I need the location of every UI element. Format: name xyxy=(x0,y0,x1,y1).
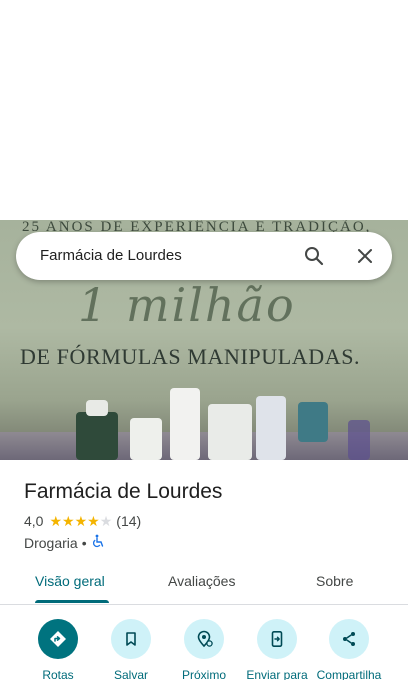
save-label: Salvar xyxy=(113,668,148,680)
photo-bottle xyxy=(86,400,108,416)
photo-shelf xyxy=(0,432,408,460)
bookmark-icon xyxy=(111,619,151,659)
search-input[interactable]: Farmácia de Lourdes xyxy=(40,247,182,264)
rating-value: 4,0 xyxy=(24,513,44,529)
share-label: Compartilha xyxy=(316,668,382,680)
map-blank-area xyxy=(0,0,408,220)
directions-label: Rotas xyxy=(42,668,74,680)
photo-wall-caps-text: DE FÓRMULAS MANIPULADAS. xyxy=(20,344,361,369)
photo-bottle xyxy=(76,412,118,460)
separator: • xyxy=(81,534,87,551)
save-button[interactable]: Salvar xyxy=(91,619,171,680)
tab-about[interactable]: Sobre xyxy=(316,573,353,589)
share-icon xyxy=(329,619,369,659)
category-row: Drogaria • xyxy=(24,534,105,551)
star-icon: ★ xyxy=(49,513,63,529)
photo-bottle xyxy=(170,388,200,460)
photo-bottle xyxy=(256,396,286,460)
photo-bottle xyxy=(130,418,162,460)
photo-bottle xyxy=(348,420,370,460)
close-icon[interactable] xyxy=(353,244,377,268)
directions-button[interactable]: Rotas xyxy=(18,619,98,680)
wheelchair-accessible-icon xyxy=(91,534,105,551)
star-icon: ★ xyxy=(74,513,88,529)
tab-reviews[interactable]: Avaliações xyxy=(168,573,235,589)
tab-overview[interactable]: Visão geral xyxy=(35,573,105,589)
tab-active-indicator xyxy=(35,600,109,603)
search-icon[interactable] xyxy=(302,244,326,268)
send-to-phone-button[interactable]: Enviar para xyxy=(237,619,317,680)
star-empty-icon: ★ xyxy=(99,513,113,529)
rating-row[interactable]: 4,0 ★ ★ ★ ★ ★ (14) xyxy=(24,513,141,529)
directions-icon xyxy=(38,619,78,659)
search-bar[interactable]: Farmácia de Lourdes xyxy=(16,232,392,280)
send-to-phone-label: Enviar para xyxy=(246,668,308,680)
star-icon: ★ xyxy=(87,513,100,529)
action-bar: Rotas Salvar Próximo Enviar para Compart… xyxy=(0,606,408,680)
place-category: Drogaria xyxy=(24,534,78,551)
photo-bottle xyxy=(208,404,252,460)
photo-wall-script-text: 1 milhão xyxy=(78,278,296,332)
nearby-icon xyxy=(184,619,224,659)
photo-bottle xyxy=(298,402,328,442)
nearby-button[interactable]: Próximo xyxy=(164,619,244,680)
review-count[interactable]: (14) xyxy=(116,513,141,529)
share-button[interactable]: Compartilha xyxy=(309,619,389,680)
place-title: Farmácia de Lourdes xyxy=(24,480,223,503)
star-icon: ★ xyxy=(62,513,75,529)
place-tabs: Visão geral Avaliações Sobre xyxy=(0,562,408,605)
nearby-label: Próximo xyxy=(181,668,226,680)
send-to-phone-icon xyxy=(257,619,297,659)
rating-stars: ★ ★ ★ ★ ★ xyxy=(49,514,112,528)
